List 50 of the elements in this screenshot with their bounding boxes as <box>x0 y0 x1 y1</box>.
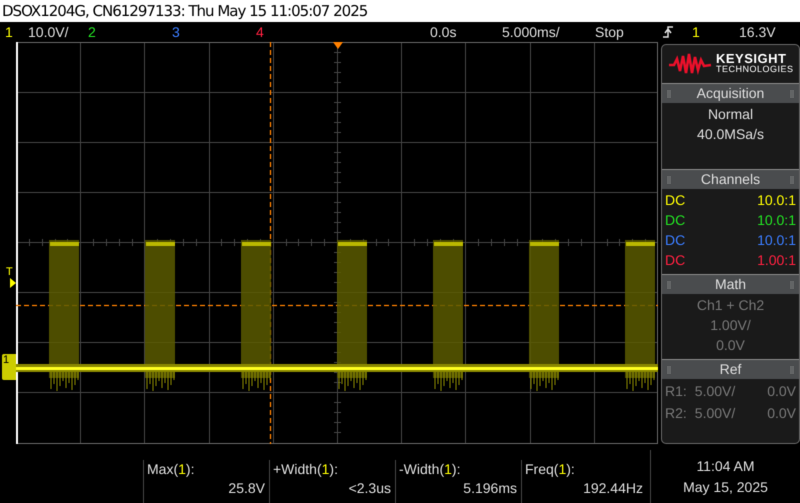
ref-name: R2: <box>665 404 687 423</box>
clock-date: May 15, 2025 <box>683 478 768 497</box>
run-state[interactable]: Stop <box>595 24 624 40</box>
measurement-value: <2.3us <box>348 479 391 498</box>
channel-coupling: DC <box>665 231 686 250</box>
trigger-marker: T <box>6 267 13 278</box>
channel-scale: 10.0V/ <box>28 24 68 40</box>
trigger-source: 1 <box>692 24 700 40</box>
panel-header[interactable]: Channels <box>662 169 799 189</box>
measurement-value: 25.8V <box>227 479 265 498</box>
time-delay: 0.0s <box>430 24 456 40</box>
wave-logo-icon <box>668 53 712 75</box>
probe-ratio: 1.00:1 <box>757 251 796 270</box>
channel-label[interactable]: 3 <box>172 24 180 40</box>
panel-value: 0.0V <box>715 336 746 355</box>
probe-ratio: 10.0:1 <box>757 191 796 210</box>
brand-subtitle: TECHNOLOGIES <box>716 64 794 75</box>
panel-value: Normal <box>706 105 754 124</box>
trigger-position-icon <box>333 42 343 49</box>
rising-edge-icon <box>662 25 674 39</box>
panel-value: 40.0MSa/s <box>696 125 765 144</box>
channel-coupling: DC <box>665 211 686 230</box>
timebase: 5.000ms/ <box>502 24 560 40</box>
panel-value: Ch1 + Ch2 <box>696 296 766 315</box>
measurement-label: Freq(1): <box>525 460 576 479</box>
channel-label[interactable]: 1 <box>5 24 13 40</box>
ref-offset: 0.0V <box>767 404 796 423</box>
channel-label[interactable]: 2 <box>88 24 96 40</box>
panel-value: 1.00V/ <box>709 316 752 335</box>
channel-label[interactable]: 4 <box>256 24 264 40</box>
panel-header[interactable]: Ref <box>662 359 799 379</box>
ref-offset: 0.0V <box>767 382 796 401</box>
channel-coupling: DC <box>665 251 686 270</box>
channel-coupling: DC <box>665 191 686 210</box>
measurement-label: -Width(1): <box>399 460 462 479</box>
ref-name: R1: <box>665 382 687 401</box>
measurement-value: 192.44Hz <box>582 479 643 498</box>
window-title: DSOX1204G, CN61297133: Thu May 15 11:05:07 2025 <box>2 1 368 22</box>
trigger-level-icon <box>10 278 16 288</box>
trigger-level: 16.3V <box>739 24 776 40</box>
measurement-label: +Width(1): <box>273 460 339 479</box>
ref-scale: 5.00V/ <box>694 382 736 401</box>
measurement-value: 5.196ms <box>462 479 517 498</box>
brand-name: KEYSIGHT <box>716 53 786 64</box>
panel-header[interactable]: Acquisition <box>662 83 799 103</box>
measurement-label: Max(1): <box>147 460 196 479</box>
probe-ratio: 10.0:1 <box>757 231 796 250</box>
probe-ratio: 10.0:1 <box>757 211 796 230</box>
ref-scale: 5.00V/ <box>694 404 736 423</box>
clock-time: 11:04 AM <box>696 456 755 476</box>
